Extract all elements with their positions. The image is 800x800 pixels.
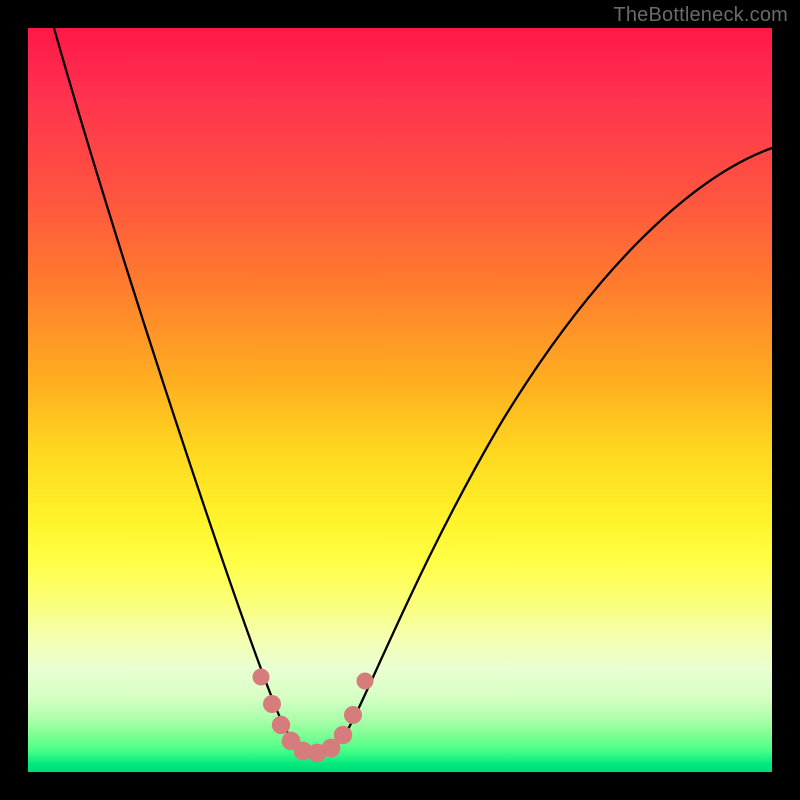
marker-dot (253, 669, 270, 686)
marker-dot (334, 726, 352, 744)
chart-area (28, 28, 772, 772)
bottleneck-curve-path (54, 28, 772, 755)
watermark-text: TheBottleneck.com (613, 4, 788, 27)
marker-dot (344, 706, 362, 724)
curve-group (54, 28, 772, 755)
bottleneck-chart (28, 28, 772, 772)
marker-dot (263, 695, 281, 713)
marker-dot (357, 673, 374, 690)
marker-dots (253, 669, 374, 763)
marker-dot (272, 716, 290, 734)
